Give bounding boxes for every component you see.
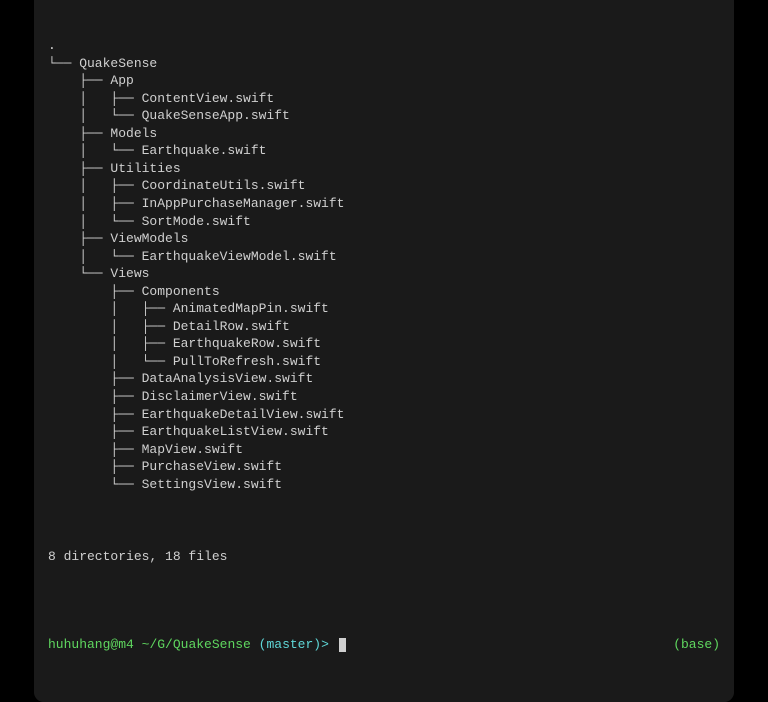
tree-line: ├── ViewModels <box>48 230 720 248</box>
tree-line: │ ├── EarthquakeRow.swift <box>48 335 720 353</box>
terminal-window: ~/G/QuakeSense ⌃⌘1 huhuhang@m4 ~/G/Quake… <box>34 0 734 702</box>
tree-line: │ └── SortMode.swift <box>48 213 720 231</box>
tree-line: └── QuakeSense <box>48 55 720 73</box>
tree-line: │ ├── InAppPurchaseManager.swift <box>48 195 720 213</box>
tree-line: ├── App <box>48 72 720 90</box>
tree-line: . <box>48 37 720 55</box>
tree-line: ├── MapView.swift <box>48 441 720 459</box>
tree-line: ├── DisclaimerView.swift <box>48 388 720 406</box>
tree-line: ├── Models <box>48 125 720 143</box>
tree-line: ├── Utilities <box>48 160 720 178</box>
tree-line: └── Views <box>48 265 720 283</box>
tree-line: │ ├── ContentView.swift <box>48 90 720 108</box>
tree-line: ├── EarthquakeListView.swift <box>48 423 720 441</box>
tree-output: .└── QuakeSense ├── App │ ├── ContentVie… <box>48 37 720 493</box>
tree-line: ├── EarthquakeDetailView.swift <box>48 406 720 424</box>
tree-line: ├── Components <box>48 283 720 301</box>
tree-line: │ ├── AnimatedMapPin.swift <box>48 300 720 318</box>
terminal-body[interactable]: huhuhang@m4 ~/G/QuakeSense (master)> tre… <box>34 0 734 702</box>
tree-line: │ └── Earthquake.swift <box>48 142 720 160</box>
tree-line: ├── PurchaseView.swift <box>48 458 720 476</box>
tree-line: └── SettingsView.swift <box>48 476 720 494</box>
cursor[interactable] <box>339 638 346 652</box>
tree-line: │ ├── DetailRow.swift <box>48 318 720 336</box>
prompt-env-2: (base) <box>673 636 720 654</box>
tree-line: │ ├── CoordinateUtils.swift <box>48 177 720 195</box>
prompt-branch-2: (master) <box>259 637 321 652</box>
tree-line: │ └── QuakeSenseApp.swift <box>48 107 720 125</box>
tree-line: ├── DataAnalysisView.swift <box>48 370 720 388</box>
tree-line: │ └── EarthquakeViewModel.swift <box>48 248 720 266</box>
tree-summary: 8 directories, 18 files <box>48 548 720 566</box>
prompt-line-2: huhuhang@m4 ~/G/QuakeSense (master)> (ba… <box>48 636 720 654</box>
prompt-path-2: ~/G/QuakeSense <box>142 637 251 652</box>
prompt-user-host-2: huhuhang@m4 <box>48 637 134 652</box>
tree-line: │ └── PullToRefresh.swift <box>48 353 720 371</box>
prompt-marker-2: > <box>321 637 329 652</box>
